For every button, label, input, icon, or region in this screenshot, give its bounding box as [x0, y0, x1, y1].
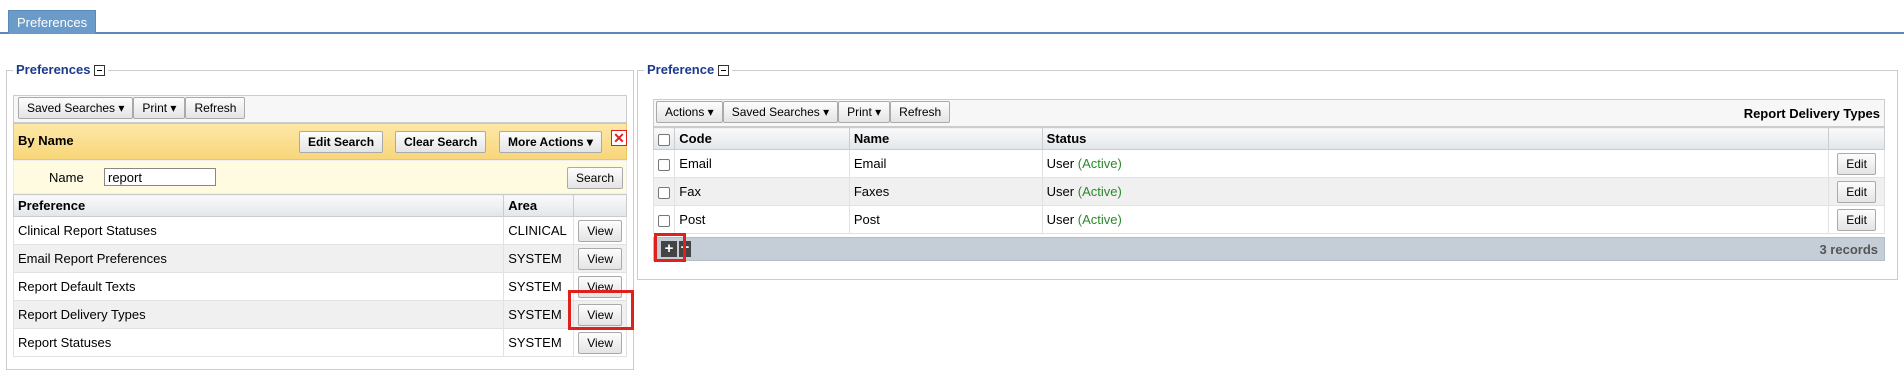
right-toolbar: Actions ▾ Saved Searches ▾ Print ▾ Refre…: [656, 101, 951, 123]
preference-cell: Report Statuses: [12, 328, 505, 357]
table-row: Fax Faxes User (Active) Edit: [652, 177, 1885, 206]
saved-searches-button[interactable]: Saved Searches ▾: [18, 97, 134, 119]
table-row: Email Report Preferences SYSTEM View: [12, 244, 627, 273]
status-badge: (Active): [1077, 212, 1122, 227]
status-badge: (Active): [1077, 184, 1122, 199]
table-row: Report Default Texts SYSTEM View: [12, 272, 627, 301]
column-header[interactable]: Name: [848, 127, 1043, 150]
more-actions-button[interactable]: More Actions ▾: [499, 131, 602, 153]
status-type: User: [1046, 184, 1075, 199]
preferences-panel: Preferences Saved Searches ▾ Print ▾ Ref…: [6, 62, 634, 370]
area-cell: SYSTEM: [503, 300, 575, 329]
table-row: Clinical Report Statuses CLINICAL View: [12, 216, 627, 245]
name-input[interactable]: [104, 168, 216, 186]
status-cell: User (Active): [1041, 205, 1830, 234]
preference-panel-legend: Preference: [644, 62, 733, 78]
table-footer: + − 3 records: [653, 237, 1885, 261]
name-cell: Faxes: [848, 177, 1043, 206]
list-heading: Report Delivery Types: [1743, 106, 1880, 121]
tab-bar: Preferences: [0, 0, 1904, 34]
panel-title: Preference: [647, 62, 715, 77]
column-header[interactable]: Status: [1041, 127, 1830, 150]
column-header[interactable]: Preference: [12, 194, 505, 217]
area-cell: SYSTEM: [503, 272, 575, 301]
record-count: 3 records: [1819, 242, 1878, 257]
search-form: Name Search: [13, 160, 627, 194]
refresh-button[interactable]: Refresh: [185, 97, 246, 119]
refresh-button[interactable]: Refresh: [890, 101, 951, 123]
name-cell: Post: [848, 205, 1043, 234]
preference-cell: Clinical Report Statuses: [12, 216, 505, 245]
table-row: Report Statuses SYSTEM View: [12, 328, 627, 357]
status-type: User: [1046, 156, 1075, 171]
area-cell: SYSTEM: [503, 328, 575, 357]
edit-search-button[interactable]: Edit Search: [299, 131, 384, 153]
preferences-table: Preference Area Clinical Report Statuses…: [12, 194, 627, 357]
view-button[interactable]: View: [578, 331, 622, 354]
code-cell: Post: [674, 205, 850, 234]
search-button[interactable]: Search: [567, 167, 624, 189]
area-cell: CLINICAL: [503, 216, 575, 245]
edit-button[interactable]: Edit: [1837, 208, 1876, 231]
panel-title: Preferences: [16, 62, 91, 77]
column-header: [573, 194, 627, 217]
table-row: Report Delivery Types SYSTEM View: [12, 300, 627, 329]
table-row: Post Post User (Active) Edit: [652, 205, 1885, 234]
select-all-checkbox[interactable]: [658, 133, 671, 146]
actions-button[interactable]: Actions ▾: [656, 101, 723, 123]
saved-searches-button[interactable]: Saved Searches ▾: [722, 101, 839, 123]
preference-cell: Report Delivery Types: [12, 300, 505, 329]
name-cell: Email: [848, 149, 1043, 178]
edit-button[interactable]: Edit: [1837, 152, 1876, 175]
code-cell: Email: [674, 149, 850, 178]
collapse-icon[interactable]: [94, 64, 106, 76]
preferences-panel-legend: Preferences: [13, 62, 109, 78]
print-button[interactable]: Print ▾: [838, 101, 891, 123]
status-type: User: [1046, 212, 1075, 227]
preference-panel: Preference Report Delivery Types Actions…: [637, 62, 1898, 280]
highlight-box: [568, 290, 634, 330]
code-cell: Fax: [674, 177, 850, 206]
tab-preferences[interactable]: Preferences: [8, 10, 97, 34]
table-row: Email Email User (Active) Edit: [652, 149, 1885, 178]
search-header: By Name Edit Search Clear Search More Ac…: [13, 123, 627, 160]
area-cell: SYSTEM: [503, 244, 575, 273]
column-header[interactable]: Area: [503, 194, 575, 217]
row-checkbox[interactable]: [658, 214, 671, 227]
clear-search-button[interactable]: Clear Search: [395, 131, 487, 153]
view-button[interactable]: View: [578, 247, 622, 270]
left-toolbar: Saved Searches ▾ Print ▾ Refresh: [18, 97, 246, 119]
close-icon[interactable]: ✕: [611, 130, 627, 146]
status-cell: User (Active): [1041, 149, 1830, 178]
delivery-types-table: Code Name Status Email Email User (Activ…: [652, 127, 1885, 234]
preference-cell: Report Default Texts: [12, 272, 505, 301]
row-checkbox[interactable]: [658, 158, 671, 171]
highlight-box: [654, 233, 686, 262]
column-header: [1828, 127, 1885, 150]
collapse-icon[interactable]: [718, 64, 730, 76]
row-checkbox[interactable]: [658, 186, 671, 199]
view-button[interactable]: View: [578, 219, 622, 242]
status-cell: User (Active): [1041, 177, 1830, 206]
print-button[interactable]: Print ▾: [133, 97, 186, 119]
name-label: Name: [49, 170, 84, 185]
search-title: By Name: [18, 133, 74, 148]
column-header[interactable]: Code: [674, 127, 850, 150]
preference-cell: Email Report Preferences: [12, 244, 505, 273]
status-badge: (Active): [1077, 156, 1122, 171]
edit-button[interactable]: Edit: [1837, 180, 1876, 203]
